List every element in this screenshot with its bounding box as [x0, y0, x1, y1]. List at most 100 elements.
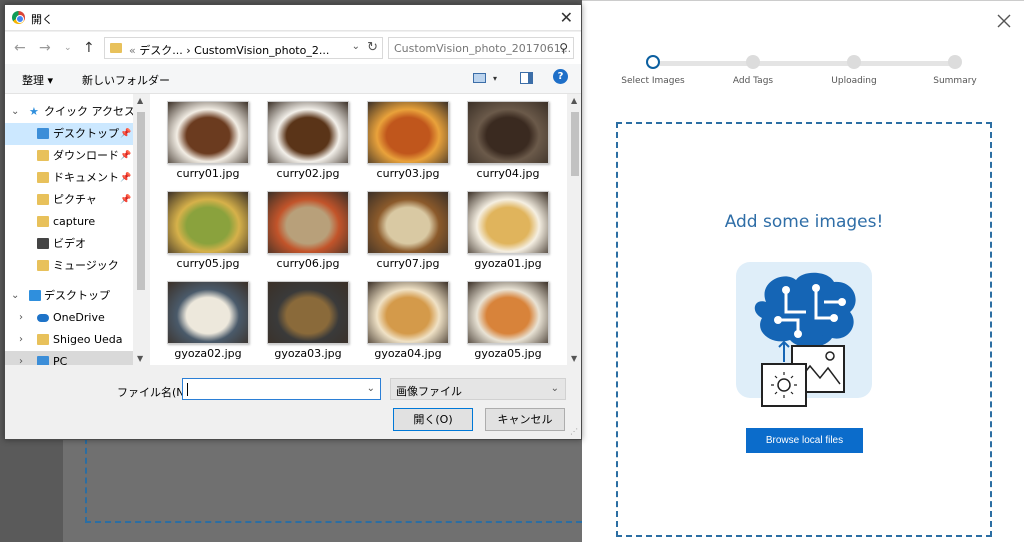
- pin-icon: 📌: [120, 195, 132, 205]
- collapse-chevron-icon[interactable]: ⌄: [11, 285, 19, 307]
- tree-label: デスクトップ: [44, 289, 110, 302]
- file-name: curry01.jpg: [176, 167, 240, 180]
- dropzone-heading: Add some images!: [724, 212, 884, 232]
- file-tile[interactable]: curry01.jpg: [150, 94, 250, 184]
- tree-pictures[interactable]: ピクチャ 📌: [5, 189, 133, 211]
- tree-label: クイック アクセス: [44, 105, 135, 118]
- collapse-chevron-icon[interactable]: ⌄: [11, 101, 19, 123]
- scroll-up-icon[interactable]: ▲: [571, 96, 577, 105]
- dialog-title: 開く: [31, 13, 53, 26]
- pictures-folder-icon: [37, 194, 49, 205]
- tree-quick-access[interactable]: ⌄ ★ クイック アクセス: [5, 101, 135, 123]
- forward-arrow-icon[interactable]: →: [39, 40, 51, 56]
- file-type-dropdown-icon[interactable]: ⌄: [551, 383, 559, 394]
- breadcrumb-separator: ›: [186, 44, 191, 57]
- tree-label: ビデオ: [53, 237, 86, 250]
- tree-pc[interactable]: › PC: [5, 351, 133, 365]
- open-button[interactable]: 開く(O): [393, 408, 473, 431]
- tree-onedrive[interactable]: › OneDrive: [5, 307, 133, 329]
- image-thumbnail: [467, 101, 549, 164]
- file-tile[interactable]: gyoza05.jpg: [450, 274, 550, 364]
- file-name: gyoza05.jpg: [474, 347, 542, 360]
- file-tile[interactable]: gyoza04.jpg: [350, 274, 450, 364]
- new-folder-button[interactable]: 新しいフォルダー: [82, 72, 170, 88]
- preview-pane-icon[interactable]: [520, 72, 533, 84]
- step-dot: [746, 55, 760, 69]
- image-thumbnail: [167, 101, 249, 164]
- music-folder-icon: [37, 260, 49, 271]
- tree-desktop[interactable]: ⌄ デスクトップ: [5, 285, 133, 307]
- pin-icon: 📌: [120, 151, 132, 161]
- file-type-select[interactable]: 画像ファイル ⌄: [390, 378, 566, 400]
- refresh-icon[interactable]: ↻: [367, 40, 378, 55]
- file-tile[interactable]: curry06.jpg: [250, 184, 350, 274]
- image-thumbnail: [367, 191, 449, 254]
- upload-panel: Select Images Add Tags Uploading Summary…: [582, 0, 1024, 542]
- file-tile[interactable]: curry05.jpg: [150, 184, 250, 274]
- expand-chevron-icon[interactable]: ›: [19, 307, 23, 329]
- step-dot: [847, 55, 861, 69]
- scroll-down-icon[interactable]: ▼: [137, 354, 143, 363]
- close-icon[interactable]: [994, 11, 1014, 31]
- file-tile[interactable]: gyoza01.jpg: [450, 184, 550, 274]
- browse-local-files-button[interactable]: Browse local files: [746, 428, 863, 453]
- file-tile[interactable]: gyoza03.jpg: [250, 274, 350, 364]
- tree-user[interactable]: › Shigeo Ueda: [5, 329, 133, 351]
- up-arrow-icon[interactable]: ↑: [83, 40, 95, 56]
- scrollbar-thumb[interactable]: [571, 112, 579, 176]
- tree-downloads[interactable]: ダウンロード 📌: [5, 145, 133, 167]
- organize-menu[interactable]: 整理 ▾: [22, 72, 53, 88]
- tree-documents[interactable]: ドキュメント 📌: [5, 167, 133, 189]
- image-thumbnail: [267, 281, 349, 344]
- documents-folder-icon: [37, 172, 49, 183]
- file-tile[interactable]: curry07.jpg: [350, 184, 450, 274]
- step-label: Select Images: [621, 76, 685, 86]
- view-dropdown-icon[interactable]: ▾: [493, 74, 497, 83]
- file-tile[interactable]: curry03.jpg: [350, 94, 450, 184]
- help-icon[interactable]: ?: [553, 69, 568, 84]
- file-grid-scrollbar[interactable]: ▲ ▼: [567, 94, 581, 365]
- file-name: curry02.jpg: [276, 167, 340, 180]
- brain-upload-illustration-icon: [736, 262, 872, 407]
- resize-grip-icon[interactable]: ⋰: [570, 427, 578, 436]
- tree-desktop-pinned[interactable]: デスクトップ 📌: [5, 123, 133, 145]
- tree-capture[interactable]: capture: [5, 211, 133, 233]
- step-dot-active: [646, 55, 660, 69]
- tree-label: デスクトップ: [53, 127, 119, 140]
- scroll-up-icon[interactable]: ▲: [137, 96, 143, 105]
- cancel-button[interactable]: キャンセル: [485, 408, 565, 431]
- expand-chevron-icon[interactable]: ›: [19, 351, 23, 365]
- tree-label: OneDrive: [53, 311, 105, 324]
- scrollbar-thumb[interactable]: [137, 112, 145, 290]
- tree-music[interactable]: ミュージック: [5, 255, 133, 277]
- breadcrumb-2[interactable]: CustomVision_photo_2...: [194, 44, 329, 57]
- step-label: Summary: [933, 76, 977, 86]
- pin-icon: 📌: [120, 173, 132, 183]
- file-grid: curry01.jpg curry02.jpg curry03.jpg curry04…: [150, 94, 581, 365]
- tree-videos[interactable]: ビデオ: [5, 233, 133, 255]
- file-name: curry05.jpg: [176, 257, 240, 270]
- tree-scrollbar[interactable]: ▲ ▼: [133, 94, 149, 365]
- file-name-input[interactable]: ⌄: [182, 378, 381, 400]
- image-dropzone[interactable]: Add some images! Browse local files: [616, 122, 992, 537]
- scroll-down-icon[interactable]: ▼: [571, 354, 577, 363]
- back-arrow-icon[interactable]: ←: [14, 40, 26, 56]
- breadcrumb-1[interactable]: デスク...: [139, 44, 183, 57]
- tree-label: ミュージック: [53, 259, 119, 272]
- file-name: gyoza03.jpg: [274, 347, 342, 360]
- address-bar[interactable]: « デスク... › CustomVision_photo_2... ⌄ ↻: [104, 37, 383, 59]
- file-tile[interactable]: gyoza02.jpg: [150, 274, 250, 364]
- dialog-close-icon[interactable]: ✕: [560, 8, 573, 27]
- recent-chevron-icon[interactable]: ⌄: [64, 43, 72, 53]
- view-options-icon[interactable]: [473, 73, 486, 83]
- file-name: gyoza02.jpg: [174, 347, 242, 360]
- expand-chevron-icon[interactable]: ›: [19, 329, 23, 351]
- search-box[interactable]: CustomVision_photo_2017061... ⚲: [388, 37, 574, 59]
- address-dropdown-icon[interactable]: ⌄: [352, 41, 360, 52]
- file-tile[interactable]: curry04.jpg: [450, 94, 550, 184]
- chrome-icon: [12, 11, 25, 24]
- image-thumbnail: [167, 191, 249, 254]
- search-icon: ⚲: [559, 41, 568, 55]
- file-tile[interactable]: curry02.jpg: [250, 94, 350, 184]
- file-name-dropdown-icon[interactable]: ⌄: [367, 383, 375, 394]
